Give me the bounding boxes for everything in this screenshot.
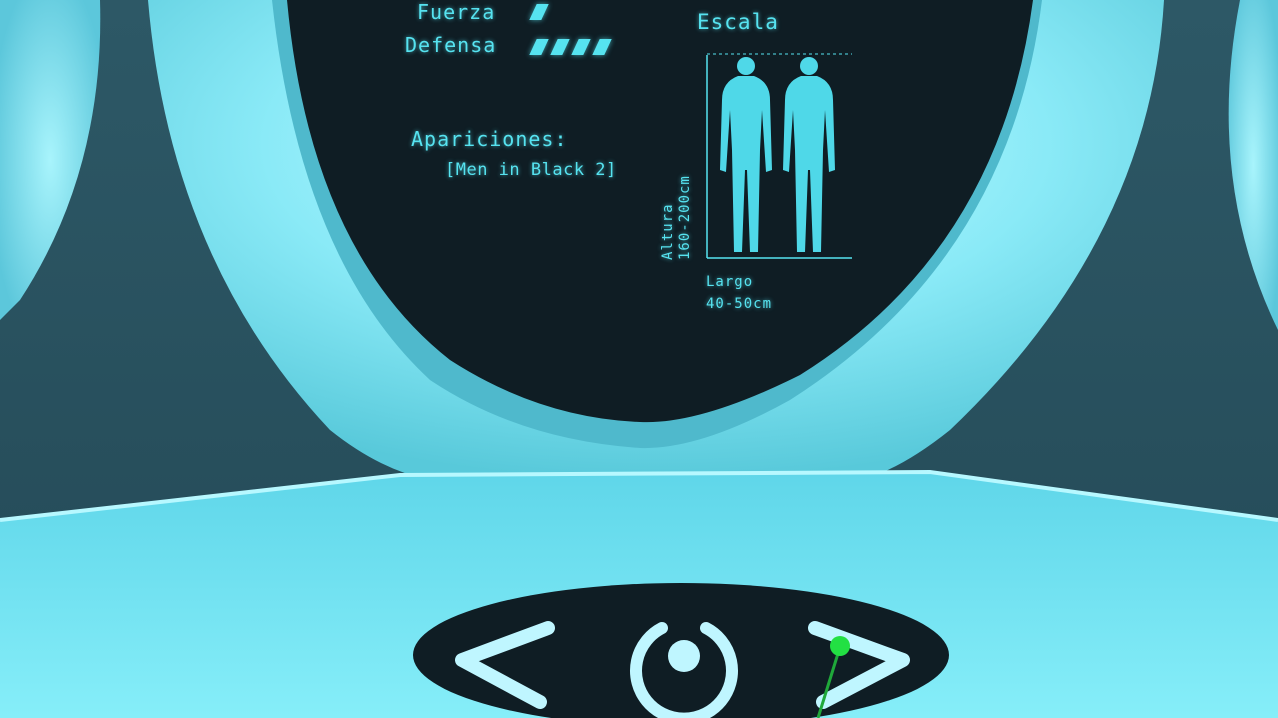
strength-label: Fuerza [417, 0, 496, 24]
height-value: 160-200cm [677, 175, 693, 260]
appearances-label: Apariciones: [411, 127, 568, 151]
game-scene: Fuerza Defensa Escala Apariciones: [Men … [0, 0, 1278, 718]
scale-title: Escala [697, 10, 779, 34]
defense-label: Defensa [405, 33, 497, 57]
length-value: 40-50cm [706, 296, 773, 312]
height-label: Altura [660, 203, 676, 260]
length-label: Largo [706, 274, 754, 290]
select-button[interactable] [624, 610, 744, 718]
height-label-group: Altura 160-200cm [660, 175, 694, 260]
length-label-group: Largo 40-50cm [706, 271, 772, 315]
previous-button[interactable] [445, 615, 565, 718]
appearances-value: [Men in Black 2] [445, 160, 617, 180]
next-button[interactable] [800, 615, 920, 718]
